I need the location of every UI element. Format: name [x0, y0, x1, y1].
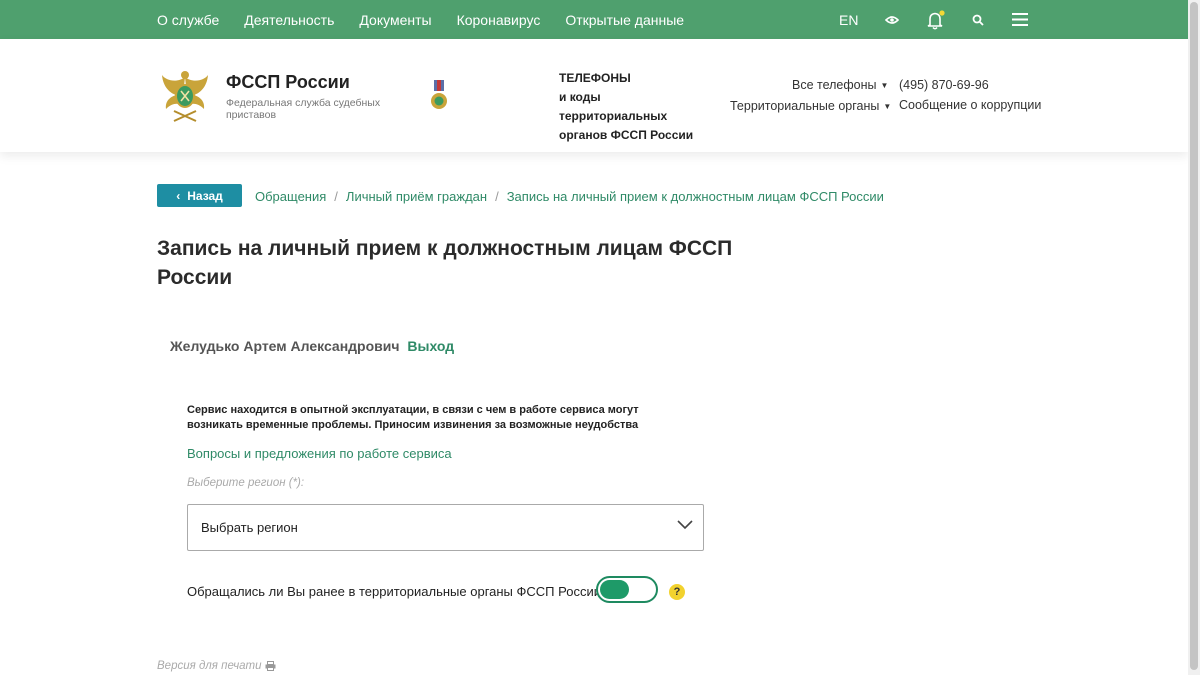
- org-name[interactable]: ФССП России: [226, 72, 350, 93]
- nav-item-about[interactable]: О службе: [157, 12, 219, 28]
- region-select-value: Выбрать регион: [201, 520, 298, 535]
- nav-item-documents[interactable]: Документы: [359, 12, 431, 28]
- nav-item-open-data[interactable]: Открытые данные: [565, 12, 684, 28]
- breadcrumb-separator: /: [495, 189, 499, 204]
- breadcrumb-item-current[interactable]: Запись на личный прием к должностным лиц…: [507, 189, 884, 204]
- phones-title-line-1: ТЕЛЕФОНЫ: [559, 71, 631, 85]
- hamburger-menu-icon[interactable]: [1012, 0, 1028, 39]
- nav-item-coronavirus[interactable]: Коронавирус: [457, 12, 541, 28]
- back-button[interactable]: ‹ Назад: [157, 184, 242, 207]
- previous-appeal-label: Обращались ли Вы ранее в территориальные…: [187, 584, 605, 599]
- user-name: Желудько Артем Александрович: [170, 338, 400, 354]
- eye-icon[interactable]: [885, 0, 899, 39]
- caret-down-icon: ▼: [883, 102, 892, 111]
- toggle-knob: [600, 580, 629, 599]
- top-navigation-bar: О службе Деятельность Документы Коронави…: [0, 0, 1188, 39]
- scrollbar-thumb[interactable]: [1190, 2, 1198, 670]
- print-version-label: Версия для печати: [157, 660, 262, 672]
- page-title: Запись на личный прием к должностным лиц…: [157, 237, 733, 289]
- top-nav-menu: О службе Деятельность Документы Коронави…: [157, 0, 709, 39]
- all-phones-dropdown[interactable]: Все телефоны ▼: [792, 78, 888, 92]
- phones-title-line-2: и коды территориальных органов ФССП Росс…: [559, 90, 694, 142]
- territorial-dropdown[interactable]: Территориальные органы ▼: [730, 99, 891, 113]
- breadcrumb-item-personal-reception[interactable]: Личный приём граждан: [346, 189, 487, 204]
- chevron-down-icon: [677, 520, 693, 530]
- service-notice: Сервис находится в опытной эксплуатации,…: [187, 404, 639, 431]
- all-phones-label: Все телефоны: [792, 78, 877, 92]
- breadcrumb-item-appeals[interactable]: Обращения: [255, 189, 326, 204]
- region-label: Выберите регион (*):: [187, 477, 305, 489]
- logout-link[interactable]: Выход: [407, 338, 454, 354]
- breadcrumb: Обращения / Личный приём граждан / Запис…: [255, 189, 884, 204]
- territorial-label: Территориальные органы: [730, 99, 880, 113]
- breadcrumb-separator: /: [334, 189, 338, 204]
- previous-appeal-toggle[interactable]: [596, 576, 658, 603]
- phone-number[interactable]: (495) 870-69-96: [899, 78, 989, 92]
- bell-icon[interactable]: [927, 0, 945, 39]
- org-subtitle: Федеральная служба судебных приставов: [226, 97, 381, 121]
- user-info: Желудько Артем Александрович Выход: [170, 338, 454, 354]
- medal-icon: [431, 80, 447, 109]
- corruption-report-link[interactable]: Сообщение о коррупции: [899, 98, 1041, 112]
- feedback-link[interactable]: Вопросы и предложения по работе сервиса: [187, 446, 452, 461]
- site-header: ФССП России Федеральная служба судебных …: [0, 39, 1188, 152]
- search-icon[interactable]: [972, 0, 984, 39]
- help-icon[interactable]: ?: [669, 584, 685, 600]
- region-select[interactable]: Выбрать регион: [187, 504, 704, 551]
- printer-icon: [265, 661, 276, 671]
- print-version-link[interactable]: Версия для печати: [157, 660, 276, 672]
- language-switch[interactable]: EN: [839, 0, 858, 39]
- page-scrollbar[interactable]: [1188, 0, 1200, 675]
- caret-down-icon: ▼: [880, 81, 889, 90]
- chevron-left-icon: ‹: [176, 188, 181, 203]
- back-button-label: Назад: [187, 188, 223, 203]
- fssp-emblem-logo[interactable]: [160, 69, 210, 123]
- nav-item-activity[interactable]: Деятельность: [244, 12, 334, 28]
- phones-directory-link[interactable]: ТЕЛЕФОНЫ и коды территориальных органов …: [559, 69, 709, 145]
